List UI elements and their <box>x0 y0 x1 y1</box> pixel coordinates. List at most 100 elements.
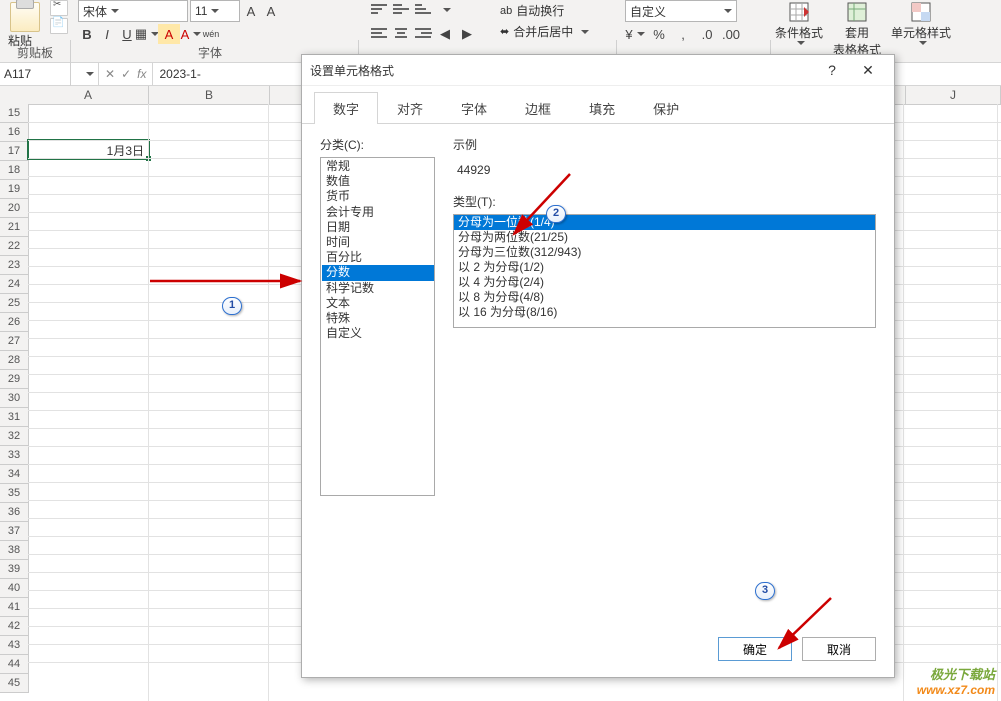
fill-color-button[interactable]: A <box>158 24 180 44</box>
row-header[interactable]: 21 <box>0 218 28 237</box>
type-item[interactable]: 以 16 为分母(8/16) <box>454 305 875 320</box>
row-header[interactable]: 31 <box>0 408 28 427</box>
border-button[interactable]: ▦ <box>138 24 156 44</box>
currency-button[interactable]: ¥ <box>626 24 644 44</box>
copy-icon[interactable] <box>50 18 68 34</box>
row-header[interactable]: 36 <box>0 503 28 522</box>
category-item[interactable]: 会计专用 <box>322 205 434 220</box>
name-box[interactable]: A117 <box>0 63 99 85</box>
name-box-caret-icon[interactable] <box>86 72 94 76</box>
decrease-indent-icon[interactable]: ◀ <box>436 24 454 44</box>
paste-icon[interactable] <box>10 2 40 32</box>
comma-button[interactable]: , <box>674 24 692 44</box>
row-header[interactable]: 45 <box>0 674 28 693</box>
row-header[interactable]: 15 <box>0 104 28 123</box>
category-item[interactable]: 科学记数 <box>322 281 434 296</box>
align-middle-icon[interactable] <box>392 0 410 18</box>
row-header[interactable]: 30 <box>0 389 28 408</box>
row-header[interactable]: 35 <box>0 484 28 503</box>
row-header[interactable]: 42 <box>0 617 28 636</box>
wrap-text-button[interactable]: ab自动换行 <box>500 2 589 19</box>
align-center-icon[interactable] <box>392 24 410 42</box>
paste-button-label[interactable]: 粘贴 <box>8 32 32 49</box>
row-header[interactable]: 28 <box>0 351 28 370</box>
category-item[interactable]: 时间 <box>322 235 434 250</box>
category-item[interactable]: 文本 <box>322 296 434 311</box>
category-item[interactable]: 常规 <box>322 159 434 174</box>
cancel-formula-icon[interactable]: ✕ <box>105 67 115 81</box>
row-header[interactable]: 32 <box>0 427 28 446</box>
row-header[interactable]: 24 <box>0 275 28 294</box>
font-size-select[interactable]: 11 <box>190 0 240 22</box>
row-header[interactable]: 25 <box>0 294 28 313</box>
row-header[interactable]: 26 <box>0 313 28 332</box>
category-list[interactable]: 常规数值货币会计专用日期时间百分比分数科学记数文本特殊自定义 <box>320 157 435 496</box>
row-headers[interactable]: 1516171819202122232425262728293031323334… <box>0 104 29 693</box>
active-cell[interactable]: 1月3日 <box>27 139 150 160</box>
increase-indent-icon[interactable]: ▶ <box>458 24 476 44</box>
align-left-icon[interactable] <box>370 24 388 42</box>
dialog-tab[interactable]: 填充 <box>570 92 634 124</box>
underline-button[interactable]: U <box>118 24 136 44</box>
bold-button[interactable]: B <box>78 24 96 44</box>
row-header[interactable]: 39 <box>0 560 28 579</box>
merge-center-button[interactable]: ⬌合并后居中 <box>500 23 589 40</box>
conditional-format-button[interactable]: 条件格式 <box>775 0 823 62</box>
cell-style-button[interactable]: 单元格样式 <box>891 0 951 62</box>
dialog-title-bar[interactable]: 设置单元格格式 ? ✕ <box>302 55 894 86</box>
row-header[interactable]: 20 <box>0 199 28 218</box>
type-item[interactable]: 以 4 为分母(2/4) <box>454 275 875 290</box>
dialog-tab[interactable]: 边框 <box>506 92 570 124</box>
row-header[interactable]: 23 <box>0 256 28 275</box>
row-header[interactable]: 18 <box>0 161 28 180</box>
decrease-decimal-icon[interactable]: .00 <box>722 24 740 44</box>
number-format-select[interactable]: 自定义 <box>625 0 737 22</box>
ok-button[interactable]: 确定 <box>718 637 792 661</box>
type-item[interactable]: 分母为一位数(1/4) <box>454 215 875 230</box>
font-name-select[interactable]: 宋体 <box>78 0 188 22</box>
fx-icon[interactable]: fx <box>137 67 146 81</box>
column-header[interactable]: J <box>906 86 1001 104</box>
row-header[interactable]: 43 <box>0 636 28 655</box>
row-header[interactable]: 37 <box>0 522 28 541</box>
category-item[interactable]: 自定义 <box>322 326 434 341</box>
category-item[interactable]: 货币 <box>322 189 434 204</box>
column-header[interactable]: A <box>28 86 149 104</box>
italic-button[interactable]: I <box>98 24 116 44</box>
align-right-icon[interactable] <box>414 24 432 42</box>
type-item[interactable]: 以 8 为分母(4/8) <box>454 290 875 305</box>
column-header[interactable]: B <box>149 86 270 104</box>
font-color-button[interactable]: A <box>182 24 200 44</box>
row-header[interactable]: 41 <box>0 598 28 617</box>
decrease-font-icon[interactable]: A <box>262 1 280 21</box>
align-top-icon[interactable] <box>370 0 388 18</box>
increase-font-icon[interactable]: A <box>242 1 260 21</box>
enter-formula-icon[interactable]: ✓ <box>121 67 131 81</box>
select-all-corner[interactable] <box>0 86 29 105</box>
dialog-tab[interactable]: 保护 <box>634 92 698 124</box>
dialog-tab[interactable]: 对齐 <box>378 92 442 124</box>
dialog-tab[interactable]: 数字 <box>314 92 378 124</box>
row-header[interactable]: 19 <box>0 180 28 199</box>
dialog-tab[interactable]: 字体 <box>442 92 506 124</box>
cut-icon[interactable] <box>50 0 68 16</box>
type-item[interactable]: 分母为两位数(21/25) <box>454 230 875 245</box>
type-item[interactable]: 分母为三位数(312/943) <box>454 245 875 260</box>
row-header[interactable]: 17 <box>0 142 28 161</box>
row-header[interactable]: 22 <box>0 237 28 256</box>
help-button[interactable]: ? <box>814 60 850 80</box>
orientation-button[interactable] <box>436 0 454 20</box>
type-item[interactable]: 以 2 为分母(1/2) <box>454 260 875 275</box>
type-list[interactable]: 分母为一位数(1/4)分母为两位数(21/25)分母为三位数(312/943)以… <box>453 214 876 328</box>
category-item[interactable]: 特殊 <box>322 311 434 326</box>
table-format-button[interactable]: 套用 表格格式 <box>833 0 881 62</box>
row-header[interactable]: 16 <box>0 123 28 142</box>
category-item[interactable]: 分数 <box>322 265 434 280</box>
row-header[interactable]: 33 <box>0 446 28 465</box>
row-header[interactable]: 29 <box>0 370 28 389</box>
row-header[interactable]: 27 <box>0 332 28 351</box>
percent-button[interactable]: % <box>650 24 668 44</box>
row-header[interactable]: 44 <box>0 655 28 674</box>
category-item[interactable]: 日期 <box>322 220 434 235</box>
align-bottom-icon[interactable] <box>414 0 432 18</box>
